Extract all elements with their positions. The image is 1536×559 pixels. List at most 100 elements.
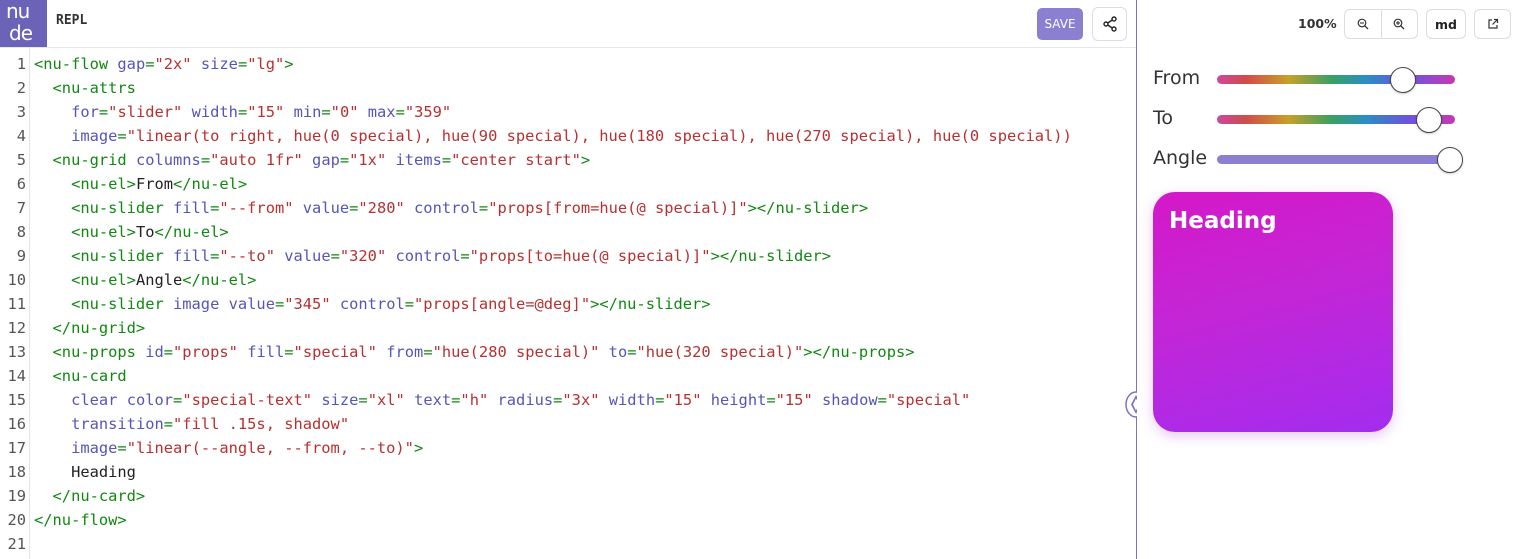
code-token: = — [766, 391, 776, 409]
code-token: ></nu-slider> — [590, 295, 711, 313]
code-token: "280" — [358, 199, 405, 217]
code-line[interactable]: 3 for="slider" width="15" min="0" max="3… — [0, 100, 1136, 124]
zoom-in-icon — [1393, 18, 1405, 30]
code-token: = — [163, 343, 174, 361]
code-line[interactable]: 16 transition="fill .15s, shadow" — [0, 412, 1136, 436]
open-external-button[interactable] — [1474, 9, 1511, 39]
code-token: text — [414, 391, 452, 409]
to-slider[interactable] — [1217, 106, 1455, 133]
code-token: "xl" — [367, 391, 405, 409]
code-token: = — [627, 343, 637, 361]
line-number: 12 — [7, 319, 26, 337]
share-button[interactable] — [1092, 7, 1127, 41]
code-token: "props[from=hue(@ special)]" — [488, 199, 748, 217]
code-line[interactable]: 6 <nu-el>From</nu-el> — [0, 172, 1136, 196]
nude-logo[interactable]: nu de — [0, 0, 47, 47]
code-line[interactable]: 10 <nu-el>Angle</nu-el> — [0, 268, 1136, 292]
code-line[interactable]: 18 Heading — [0, 460, 1136, 484]
code-text: clear color="special-text" size="xl" tex… — [34, 388, 970, 412]
code-token: </nu-grid> — [34, 319, 146, 337]
code-text: </nu-card> — [34, 484, 146, 508]
code-token: = — [478, 199, 489, 217]
code-editor[interactable]: 1 <nu-flow gap="2x" size="lg"> 2 <nu-attrs… — [0, 48, 1136, 559]
code-text: <nu-slider image value="345" control="pr… — [34, 292, 711, 316]
code-line[interactable]: 13 <nu-props id="props" fill="special" f… — [0, 340, 1136, 364]
code-text: <nu-flow gap="2x" size="lg"> — [34, 52, 294, 76]
code-line[interactable]: 4 image="linear(to right, hue(0 special)… — [0, 124, 1136, 148]
line-number: 6 — [16, 175, 26, 193]
code-line[interactable]: 2 <nu-attrs — [0, 76, 1136, 100]
code-token: = — [877, 391, 887, 409]
code-token: value — [302, 199, 350, 217]
code-token: "15" — [664, 391, 702, 409]
code-token: = — [145, 55, 155, 73]
code-token: = — [173, 391, 183, 409]
code-token: "special-text" — [182, 391, 313, 409]
code-line[interactable]: 1 <nu-flow gap="2x" size="lg"> — [0, 52, 1136, 76]
code-token: = — [274, 295, 285, 313]
code-token: ></nu-props> — [803, 343, 915, 361]
code-token: = — [395, 103, 405, 121]
code-line[interactable]: 12 </nu-grid> — [0, 316, 1136, 340]
code-text: transition="fill .15s, shadow" — [34, 412, 349, 436]
code-line[interactable]: 19 </nu-card> — [0, 484, 1136, 508]
code-token: control — [339, 295, 405, 313]
code-line[interactable]: 20 </nu-flow> — [0, 508, 1136, 532]
code-text: <nu-slider fill="--from" value="280" con… — [34, 196, 868, 220]
code-line[interactable]: 17 image="linear(--angle, --from, --to)"… — [0, 436, 1136, 460]
from-slider-thumb[interactable] — [1389, 66, 1416, 93]
size-toggle-button[interactable]: md — [1426, 9, 1466, 39]
to-slider-thumb[interactable] — [1416, 106, 1443, 133]
line-number: 19 — [7, 487, 26, 505]
angle-slider-thumb[interactable] — [1436, 146, 1463, 173]
code-token: <nu-attrs — [34, 79, 136, 97]
code-token: fill — [173, 247, 211, 265]
code-text: <nu-grid columns="auto 1fr" gap="1x" ite… — [34, 148, 591, 172]
code-token: <nu-flow — [34, 55, 118, 73]
code-line[interactable]: 15 clear color="special-text" size="xl" … — [0, 388, 1136, 412]
code-text: </nu-flow> — [34, 508, 127, 532]
code-token: "slider" — [108, 103, 183, 121]
zoom-controls — [1344, 9, 1418, 39]
code-token: "special" — [886, 391, 971, 409]
code-line[interactable]: 21 — [0, 532, 1136, 556]
code-line[interactable]: 7 <nu-slider fill="--from" value="280" c… — [0, 196, 1136, 220]
code-line[interactable]: 8 <nu-el>To</nu-el> — [0, 220, 1136, 244]
code-token: "2x" — [154, 55, 192, 73]
share-icon — [1102, 16, 1117, 32]
code-text: <nu-props id="props" fill="special" from… — [34, 340, 915, 364]
code-line[interactable]: 9 <nu-slider fill="--to" value="320" con… — [0, 244, 1136, 268]
save-button[interactable]: SAVE — [1037, 8, 1083, 40]
code-token: <nu-slider — [34, 295, 173, 313]
zoom-in-button[interactable] — [1380, 10, 1418, 38]
zoom-out-button[interactable] — [1345, 10, 1381, 38]
code-token: "345" — [284, 295, 331, 313]
from-slider[interactable] — [1217, 66, 1455, 93]
code-line[interactable]: 5 <nu-grid columns="auto 1fr" gap="1x" i… — [0, 148, 1136, 172]
code-token: "15" — [775, 391, 813, 409]
code-line[interactable]: 14 <nu-card — [0, 364, 1136, 388]
angle-slider[interactable] — [1217, 146, 1463, 173]
code-token: = — [404, 295, 415, 313]
code-line[interactable]: 11 <nu-slider image value="345" control=… — [0, 292, 1136, 316]
code-token: <nu-el> — [34, 223, 136, 241]
code-token: From — [135, 175, 174, 193]
code-token: = — [553, 391, 563, 409]
code-token: = — [117, 127, 127, 145]
line-number: 11 — [7, 295, 26, 313]
preview-card: Heading — [1153, 192, 1393, 432]
code-token: </nu-el> — [173, 175, 248, 193]
code-token: gap — [117, 55, 146, 73]
code-token: "center start" — [451, 151, 581, 169]
code-token: "359" — [404, 103, 452, 121]
code-token: for — [71, 103, 99, 121]
